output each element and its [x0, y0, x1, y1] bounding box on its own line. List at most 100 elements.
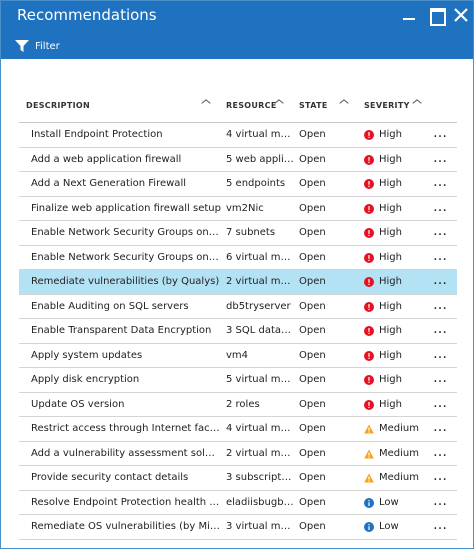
more-options-icon[interactable]: … — [433, 445, 449, 460]
high-severity-icon — [364, 203, 374, 214]
row-severity: High — [364, 349, 439, 363]
row-severity: Medium — [364, 447, 439, 461]
row-state: Open — [299, 521, 326, 532]
minimize-icon[interactable] — [399, 5, 419, 25]
more-options-icon[interactable]: … — [433, 224, 449, 239]
recommendations-table: DESCRIPTION RESOURCE STATE SEVERITY Inst… — [19, 92, 457, 540]
row-state: Open — [299, 129, 326, 140]
table-row[interactable]: Provide security contact details 3 subscr… — [19, 466, 457, 491]
row-resource: 3 subscriptio... — [226, 472, 294, 483]
table-row[interactable]: Add a Next Generation Firewall 5 endpoint… — [19, 172, 457, 197]
row-state: Open — [299, 178, 326, 189]
row-state: Open — [299, 349, 326, 361]
more-options-icon[interactable]: … — [433, 469, 449, 484]
filter-button[interactable]: Filter — [15, 36, 60, 56]
row-severity: Low — [364, 496, 439, 510]
column-header-description[interactable]: DESCRIPTION — [26, 101, 90, 110]
table-row[interactable]: Update OS version 2 roles Open High… — [19, 393, 457, 417]
low-severity-icon — [364, 522, 374, 532]
more-options-icon[interactable]: … — [433, 371, 449, 386]
table-body: Install Endpoint Protection 4 virtual ma.… — [19, 123, 457, 540]
row-severity: High — [364, 300, 439, 314]
row-description: Remediate vulnerabilities (by Qualys) — [31, 276, 220, 287]
row-resource: 2 roles — [226, 398, 260, 410]
table-row[interactable]: Apply system updates vm4 Open High… — [19, 344, 457, 368]
table-row[interactable]: Restrict access through Internet facing … — [19, 417, 457, 442]
row-description: Enable Transparent Data Encryption — [31, 325, 212, 336]
row-state: Open — [299, 276, 326, 287]
maximize-icon[interactable] — [426, 5, 446, 26]
high-severity-icon — [364, 228, 374, 238]
row-description: Apply disk encryption — [31, 374, 140, 385]
table-row[interactable]: Enable Network Security Groups on virt..… — [19, 246, 457, 270]
row-description: Add a vulnerability assessment solution — [31, 447, 221, 459]
command-bar: Filter — [1, 31, 473, 59]
row-severity: High — [364, 275, 439, 289]
row-description: Update OS version — [31, 398, 125, 410]
more-options-icon[interactable]: … — [433, 347, 449, 362]
row-resource: 3 SQL datab... — [226, 325, 294, 336]
row-description: Provide security contact details — [31, 472, 189, 483]
more-options-icon[interactable]: … — [433, 200, 449, 215]
row-resource: 2 virtual ma... — [226, 447, 294, 459]
more-options-icon[interactable]: … — [433, 151, 449, 166]
row-severity: High — [364, 398, 439, 412]
row-state: Open — [299, 423, 326, 434]
row-severity: High — [364, 324, 439, 338]
more-options-icon[interactable]: … — [433, 175, 449, 190]
high-severity-icon — [364, 301, 374, 312]
row-resource: 2 virtual ma... — [226, 276, 294, 287]
more-options-icon[interactable]: … — [433, 518, 449, 533]
sort-state-icon[interactable] — [340, 99, 350, 107]
severity-label: High — [379, 153, 402, 165]
row-resource: 5 web applic... — [226, 153, 294, 165]
high-severity-icon — [364, 399, 374, 410]
more-options-icon[interactable]: … — [433, 249, 449, 264]
more-options-icon[interactable]: … — [433, 273, 449, 288]
row-description: Remediate OS vulnerabilities (by Micros.… — [31, 521, 221, 532]
more-options-icon[interactable]: … — [433, 420, 449, 435]
sort-description-icon[interactable] — [202, 99, 212, 107]
more-options-icon[interactable]: … — [433, 396, 449, 411]
column-header-state[interactable]: STATE — [299, 101, 328, 110]
table-row[interactable]: Enable Transparent Data Encryption 3 SQL … — [19, 319, 457, 344]
more-options-icon[interactable]: … — [433, 298, 449, 313]
high-severity-icon — [364, 326, 374, 336]
table-row[interactable]: Add a vulnerability assessment solution 2… — [19, 442, 457, 466]
table-row[interactable]: Add a web application firewall 5 web appl… — [19, 148, 457, 172]
row-state: Open — [299, 496, 326, 508]
more-options-icon[interactable]: … — [433, 322, 449, 337]
row-resource: 5 virtual ma... — [226, 374, 294, 385]
row-severity: High — [364, 202, 439, 216]
table-row[interactable]: Enable Auditing on SQL servers db5tryserv… — [19, 295, 457, 319]
table-row[interactable]: Resolve Endpoint Protection health alert… — [19, 491, 457, 515]
sort-severity-icon[interactable] — [413, 99, 423, 107]
table-row[interactable]: Finalize web application firewall setup v… — [19, 197, 457, 221]
sort-resource-icon[interactable] — [275, 99, 285, 107]
table-row[interactable]: Remediate vulnerabilities (by Qualys) 2 v… — [19, 270, 457, 295]
close-icon[interactable] — [451, 5, 471, 25]
more-options-icon[interactable]: … — [433, 494, 449, 509]
more-options-icon[interactable]: … — [433, 126, 449, 141]
row-description: Apply system updates — [31, 349, 143, 361]
table-row[interactable]: Apply disk encryption 5 virtual ma... Open… — [19, 368, 457, 393]
medium-severity-icon — [364, 449, 374, 458]
row-resource: 7 subnets — [226, 227, 276, 238]
table-row[interactable]: Remediate OS vulnerabilities (by Micros.… — [19, 515, 457, 540]
table-row[interactable]: Install Endpoint Protection 4 virtual ma.… — [19, 123, 457, 148]
row-description: Add a Next Generation Firewall — [31, 178, 186, 189]
severity-label: High — [379, 374, 402, 385]
medium-severity-icon — [364, 473, 374, 483]
row-description: Enable Auditing on SQL servers — [31, 300, 189, 312]
table-row[interactable]: Enable Network Security Groups on sub...… — [19, 221, 457, 246]
medium-severity-icon — [364, 424, 374, 434]
column-header-severity[interactable]: SEVERITY — [364, 101, 410, 110]
row-resource: 5 endpoints — [226, 178, 286, 189]
row-severity: High — [364, 251, 439, 265]
column-header-resource[interactable]: RESOURCE — [226, 101, 277, 110]
row-state: Open — [299, 251, 326, 263]
severity-label: High — [379, 325, 402, 336]
high-severity-icon — [364, 130, 374, 140]
row-description: Enable Network Security Groups on virt..… — [31, 251, 221, 263]
severity-label: High — [379, 129, 402, 140]
